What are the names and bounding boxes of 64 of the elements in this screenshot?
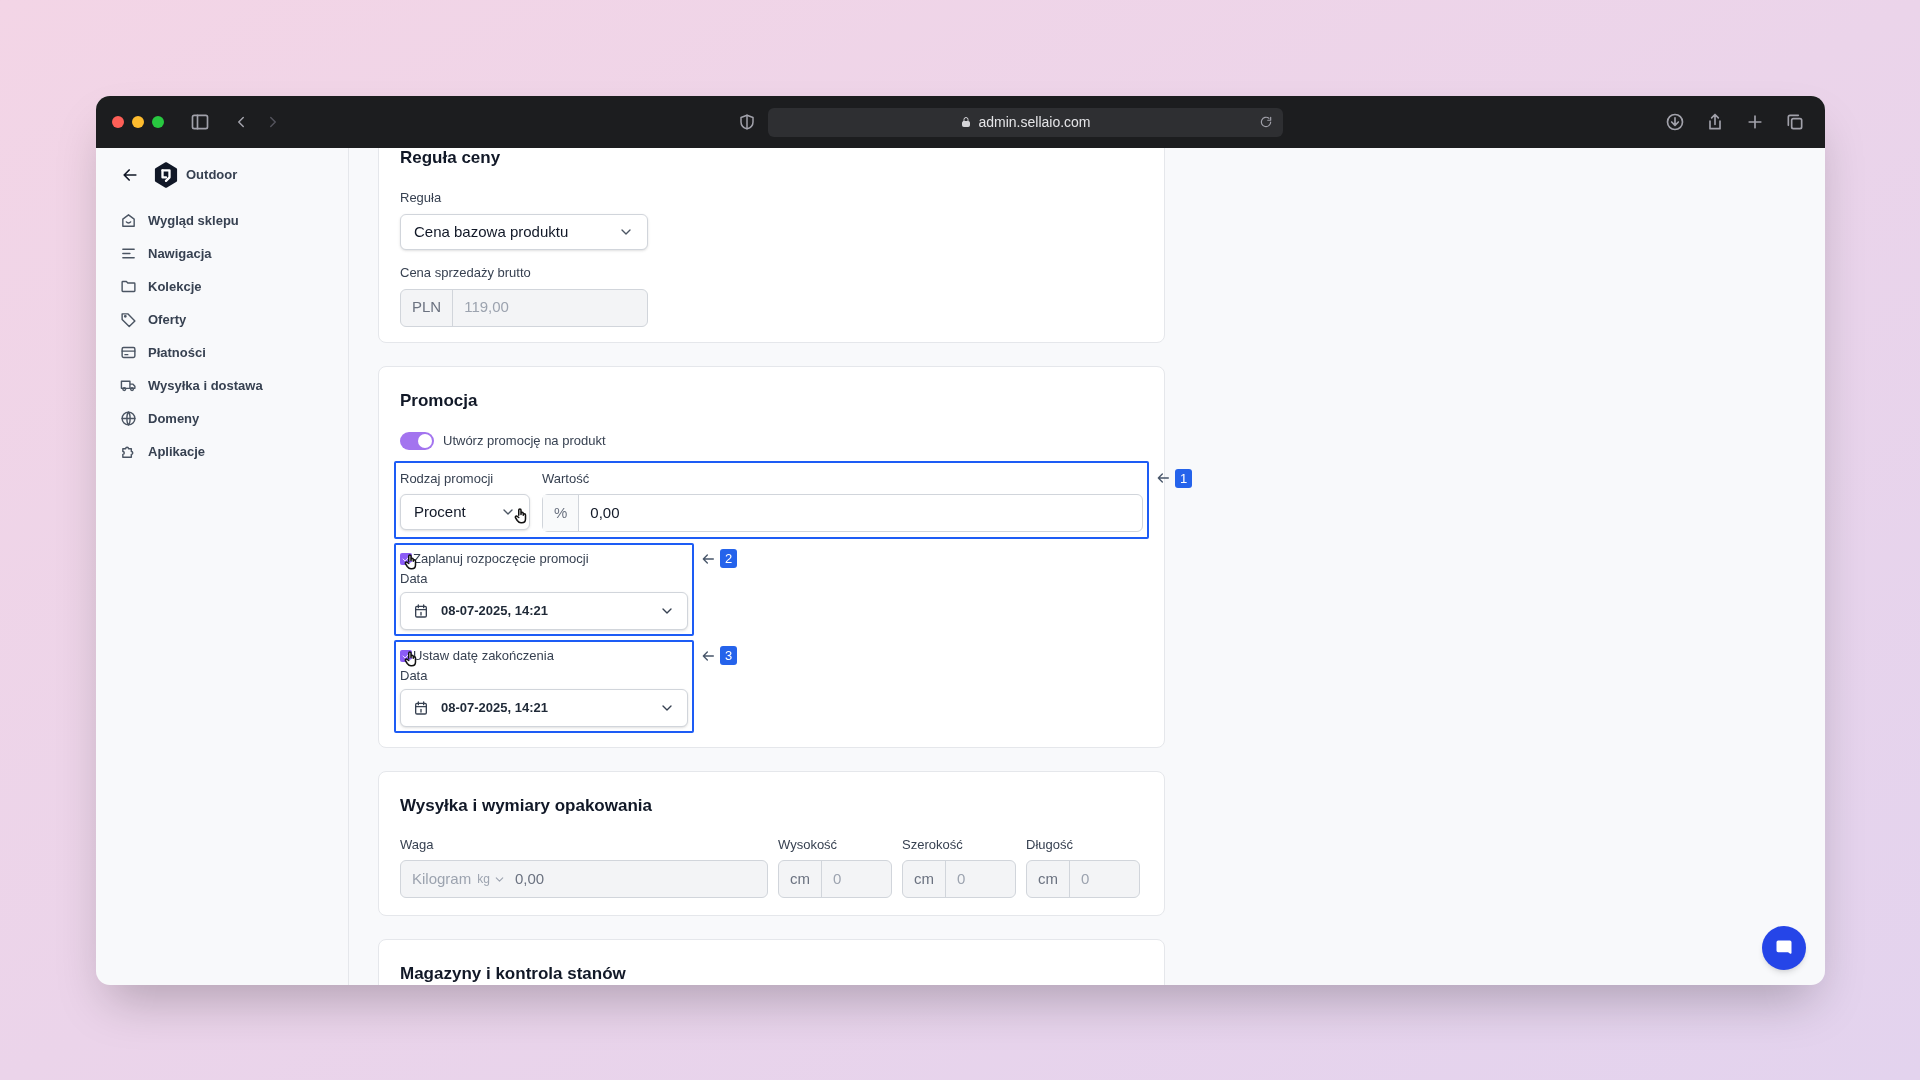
chat-button[interactable]	[1762, 926, 1806, 970]
sidebar-item[interactable]: Wysyłka i dostawa	[120, 369, 348, 402]
sidebar-toggle-icon[interactable]	[190, 112, 210, 132]
date-picker[interactable]: 08-07-2025, 14:21	[400, 689, 688, 727]
section-title: Promocja	[400, 389, 479, 412]
toggle-switch[interactable]	[400, 431, 434, 450]
tag-icon	[120, 311, 137, 328]
field-label: Reguła	[400, 188, 443, 207]
folder-icon	[120, 278, 137, 295]
unit-label: Kilogram	[412, 868, 472, 889]
window-control[interactable]	[112, 116, 124, 128]
arrow-left-icon	[1155, 470, 1171, 486]
date-picker[interactable]: 08-07-2025, 14:21	[400, 592, 688, 630]
field-label: Szerokość	[902, 835, 964, 854]
input-field[interactable]: cm 0	[902, 860, 1016, 898]
address-bar[interactable]: admin.sellaio.com	[768, 107, 1283, 137]
field-label: Wysokość	[778, 835, 839, 854]
rule-dropdown[interactable]: Cena bazowa produktu	[400, 214, 648, 250]
window-control[interactable]	[132, 116, 144, 128]
callout-badge: 2	[720, 549, 738, 568]
shield-icon[interactable]	[738, 113, 756, 131]
checkbox-label: Zaplanuj rozpoczęcie promocji	[413, 550, 589, 568]
toggle-label: Utwórz promocję na produkt	[443, 432, 606, 450]
field-label: Data	[400, 569, 429, 588]
section-title: Magazyny i kontrola stanów	[400, 963, 627, 985]
url-text: admin.sellaio.com	[978, 112, 1091, 132]
sidebar-item[interactable]: Wygląd sklepu	[120, 204, 348, 237]
input-field[interactable]: Kilogram kg 0,00	[400, 860, 768, 898]
field-label: Waga	[400, 835, 435, 854]
callout-badge: 1	[1175, 468, 1193, 488]
calendar-icon	[413, 700, 429, 716]
lock-icon	[960, 116, 973, 128]
field-label: Wartość	[542, 469, 591, 488]
tabs-icon[interactable]	[1785, 112, 1805, 132]
store-name: Outdoor	[186, 166, 238, 185]
field-label: Długość	[1026, 835, 1074, 854]
store-logo-icon	[152, 161, 180, 189]
section-title: Wysyłka i wymiary opakowania	[400, 795, 653, 817]
input-field[interactable]: cm 0	[778, 860, 892, 898]
reload-icon[interactable]	[1259, 115, 1273, 129]
section-title: Reguła ceny	[400, 148, 502, 169]
sidebar-item[interactable]: Oferty	[120, 303, 348, 336]
callout-badge: 3	[720, 646, 738, 665]
input-field[interactable]: % 0,00	[542, 494, 1143, 532]
window-control[interactable]	[152, 116, 164, 128]
card-icon	[120, 344, 137, 361]
download-icon[interactable]	[1665, 112, 1685, 132]
input-field[interactable]: cm 0	[1026, 860, 1140, 898]
promotion-type-dropdown[interactable]: Procent	[400, 494, 530, 530]
field-label: Data	[400, 666, 429, 685]
sidebar-item[interactable]: Domeny	[120, 402, 348, 435]
sidebar-item[interactable]: Płatności	[120, 336, 348, 369]
globe-icon	[120, 410, 137, 427]
calendar-icon	[413, 603, 429, 619]
sidebar-item[interactable]: Nawigacja	[120, 237, 348, 270]
input-field[interactable]: PLN 119,00	[400, 288, 648, 327]
unit-abbreviation: kg	[477, 871, 490, 888]
sidebar-item[interactable]: Aplikacje	[120, 435, 348, 468]
input-value: 0,00	[514, 868, 545, 889]
sidebar-item[interactable]: Kolekcje	[120, 270, 348, 303]
field-label: Cena sprzedaży brutto	[400, 264, 532, 282]
field-label: Rodzaj promocji	[400, 469, 495, 488]
checkbox-label: Ustaw datę zakończenia	[413, 647, 554, 665]
house-icon	[120, 212, 137, 229]
